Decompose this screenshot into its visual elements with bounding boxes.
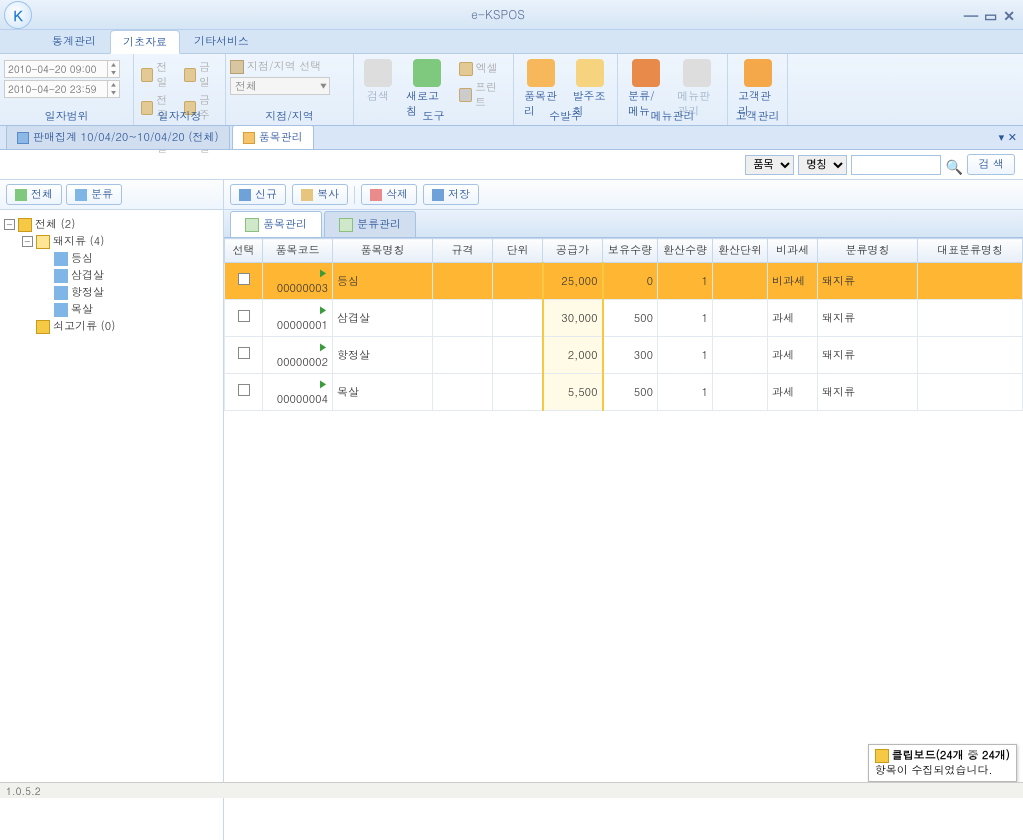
gear-icon	[18, 218, 32, 232]
ribbon-label-order: 수발주	[514, 109, 617, 124]
col-price[interactable]: 공급가	[543, 239, 603, 263]
content-area: 신규 복사 삭제 저장 품목관리 분류관리 선택 품목코드 품목명칭 규격 단위…	[224, 180, 1023, 840]
document-tab-bar: 판매집계 10/04/20~10/04/20 (전체) 품목관리 ▾ ✕	[0, 126, 1023, 150]
clipboard-icon	[875, 749, 889, 763]
col-qty[interactable]: 보유수량	[603, 239, 658, 263]
play-icon: ▶	[318, 303, 328, 317]
col-cqty[interactable]: 환산수량	[658, 239, 713, 263]
row-checkbox[interactable]	[238, 273, 250, 285]
btn-today[interactable]: 금일	[181, 59, 222, 91]
ribbon-label-menu: 메뉴관리	[618, 109, 727, 124]
search-field-select[interactable]: 명칭	[798, 155, 847, 175]
tree-item-3[interactable]: 목살	[40, 301, 219, 318]
tree-item-1[interactable]: 삼겹살	[40, 267, 219, 284]
close-button[interactable]: ✕	[1003, 5, 1015, 25]
search-icon[interactable]: 🔍	[945, 156, 963, 174]
table-row[interactable]: ▶ 00000001삼겹살30,0005001과세돼지류	[225, 300, 1023, 337]
table-row[interactable]: ▶ 00000003등심25,00001비과세돼지류	[225, 263, 1023, 300]
sidebar: 전체 분류 −전체 (2) −돼지류 (4) 등심 삼겹살 항정살 목살 쇠고기…	[0, 180, 224, 840]
side-btn-all[interactable]: 전체	[6, 184, 62, 205]
app-title: e-KSPOS	[32, 6, 964, 23]
col-tax[interactable]: 비과세	[768, 239, 818, 263]
title-bar: K e-KSPOS — ▭ ✕	[0, 0, 1023, 30]
item-icon	[54, 269, 68, 283]
col-cunit[interactable]: 환산단위	[713, 239, 768, 263]
btn-copy[interactable]: 복사	[292, 184, 348, 205]
row-checkbox[interactable]	[238, 310, 250, 322]
row-checkbox[interactable]	[238, 347, 250, 359]
home-icon	[339, 218, 353, 232]
col-unit[interactable]: 단위	[493, 239, 543, 263]
doc-tab-sales[interactable]: 판매집계 10/04/20~10/04/20 (전체)	[6, 125, 230, 149]
tab-statistics[interactable]: 통계관리	[40, 30, 108, 53]
status-bar: 1.0.5.2	[0, 782, 1023, 798]
pencil-icon	[36, 235, 50, 249]
clipboard-popup[interactable]: 클립보드(24개 중 24개) 항목이 수집되었습니다.	[868, 744, 1017, 782]
ctab-items[interactable]: 품목관리	[230, 211, 322, 237]
box-icon	[243, 132, 255, 144]
play-icon: ▶	[318, 377, 328, 391]
tree-beef[interactable]: 쇠고기류 (0)	[22, 318, 219, 335]
grid-header-row: 선택 품목코드 품목명칭 규격 단위 공급가 보유수량 환산수량 환산단위 비과…	[225, 239, 1023, 263]
home-icon	[245, 218, 259, 232]
search-text-input[interactable]	[851, 155, 941, 175]
tab-other-services[interactable]: 기타서비스	[182, 30, 261, 53]
search-type-select[interactable]: 품목	[745, 155, 794, 175]
col-spec[interactable]: 규격	[433, 239, 493, 263]
play-icon: ▶	[318, 340, 328, 354]
btn-delete[interactable]: 삭제	[361, 184, 417, 205]
clipboard-message: 항목이 수집되었습니다.	[875, 763, 1010, 778]
chart-icon	[17, 132, 29, 144]
table-row[interactable]: ▶ 00000004목살5,5005001과세돼지류	[225, 374, 1023, 411]
col-code[interactable]: 품목코드	[263, 239, 333, 263]
col-repcat[interactable]: 대표분류명칭	[918, 239, 1023, 263]
row-checkbox[interactable]	[238, 384, 250, 396]
tree-item-2[interactable]: 항정살	[40, 284, 219, 301]
btn-prev-day[interactable]: 전일	[138, 59, 179, 91]
item-icon	[54, 252, 68, 266]
item-icon	[54, 303, 68, 317]
date-from-input[interactable]: 2010-04-20 09:00▲▼	[4, 60, 120, 78]
ribbon-label-customer: 고객관리	[728, 109, 787, 124]
region-combo[interactable]: 전체▼	[230, 77, 330, 95]
top-tab-bar: 통계관리 기초자료 기타서비스	[0, 30, 1023, 54]
col-name[interactable]: 품목명칭	[333, 239, 433, 263]
btn-save[interactable]: 저장	[423, 184, 479, 205]
ribbon-print[interactable]: 프린트	[456, 79, 509, 111]
search-button[interactable]: 검 색	[967, 154, 1015, 175]
ribbon-excel[interactable]: 엑셀	[456, 60, 509, 77]
item-icon	[54, 286, 68, 300]
table-row[interactable]: ▶ 00000002항정살2,0003001과세돼지류	[225, 337, 1023, 374]
col-cat[interactable]: 분류명칭	[818, 239, 918, 263]
col-select[interactable]: 선택	[225, 239, 263, 263]
play-icon: ▶	[318, 266, 328, 280]
tree-item-0[interactable]: 등심	[40, 250, 219, 267]
region-icon	[230, 60, 244, 74]
tab-basic-data[interactable]: 기초자료	[110, 30, 180, 54]
gear-icon	[36, 320, 50, 334]
maximize-button[interactable]: ▭	[984, 5, 997, 25]
doc-close-controls[interactable]: ▾ ✕	[999, 130, 1017, 145]
ribbon-label-daterange: 일자범위	[0, 109, 133, 124]
tree-root[interactable]: −전체 (2)	[4, 216, 219, 233]
ribbon: 2010-04-20 09:00▲▼ 2010-04-20 23:59▲▼ 일자…	[0, 54, 1023, 126]
ctab-category[interactable]: 분류관리	[324, 211, 416, 237]
doc-tab-items[interactable]: 품목관리	[232, 125, 314, 149]
app-logo: K	[4, 1, 32, 29]
ribbon-label-region: 지점/지역	[226, 109, 353, 124]
ribbon-label-tools: 도구	[354, 109, 513, 124]
side-btn-category[interactable]: 분류	[66, 184, 122, 205]
tree-pork[interactable]: −돼지류 (4)	[22, 233, 219, 250]
ribbon-search[interactable]: 검색	[358, 56, 398, 107]
version-label: 1.0.5.2	[6, 784, 41, 798]
ribbon-label-datepreset: 일자지정	[134, 109, 225, 124]
btn-new[interactable]: 신규	[230, 184, 286, 205]
date-to-input[interactable]: 2010-04-20 23:59▲▼	[4, 80, 120, 98]
category-tree: −전체 (2) −돼지류 (4) 등심 삼겹살 항정살 목살 쇠고기류 (0)	[0, 210, 223, 840]
minimize-button[interactable]: —	[964, 5, 978, 25]
